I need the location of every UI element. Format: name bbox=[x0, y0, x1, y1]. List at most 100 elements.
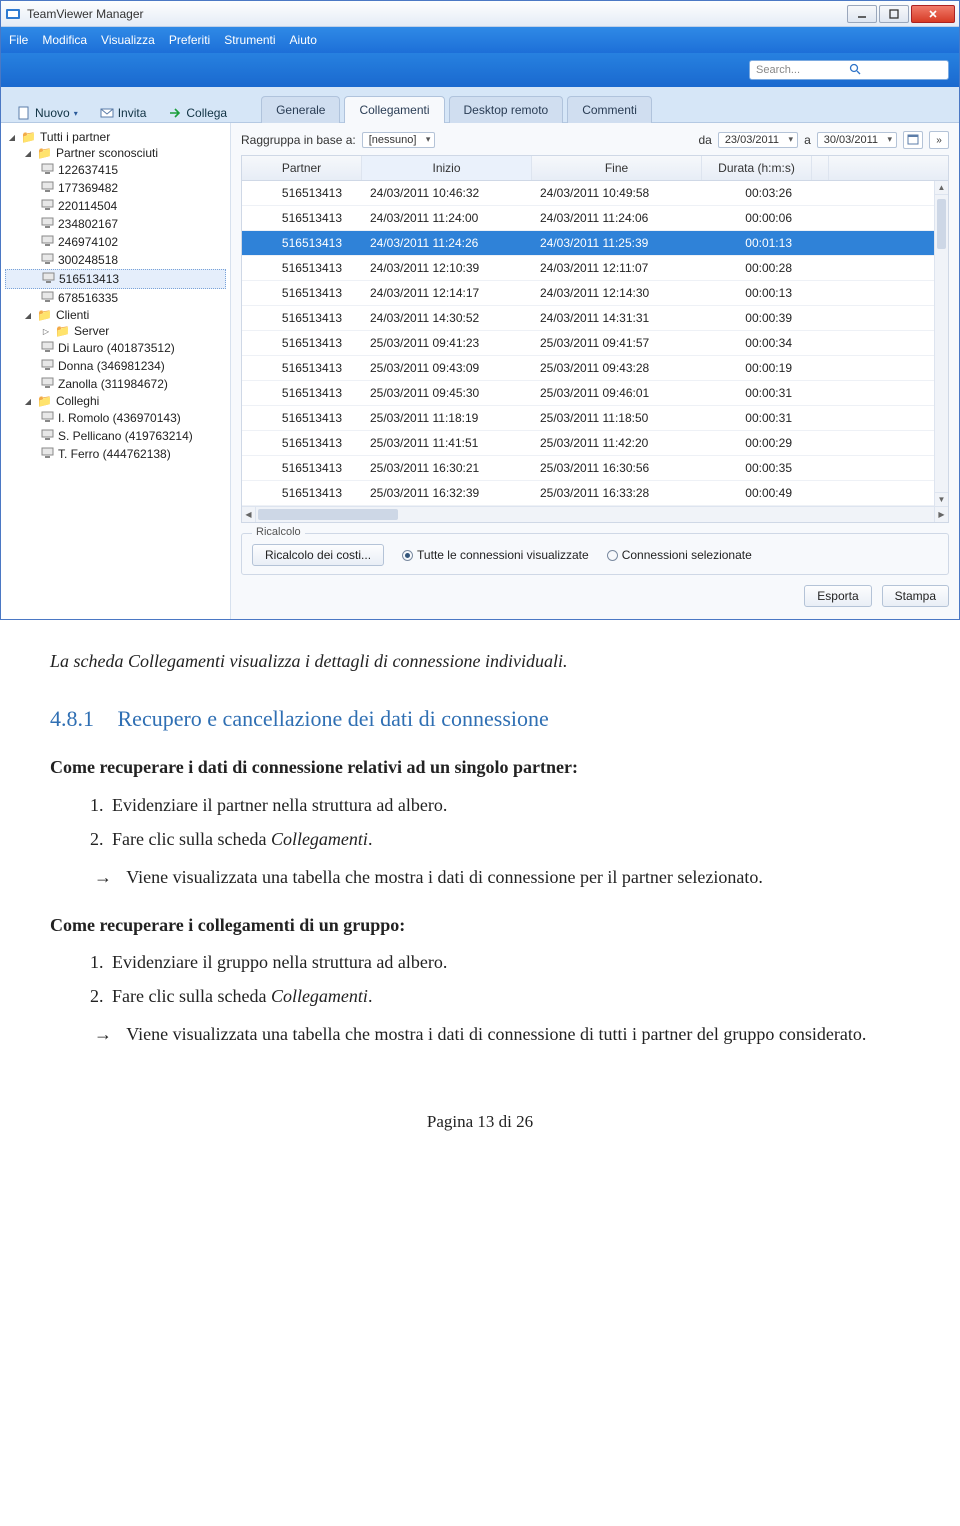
table-row[interactable]: 51651341325/03/2011 09:45:3025/03/2011 0… bbox=[242, 381, 948, 406]
collapse-icon[interactable]: ◢ bbox=[23, 148, 33, 158]
search-input[interactable]: Search... bbox=[749, 60, 949, 80]
table-row[interactable]: 51651341324/03/2011 11:24:0024/03/2011 1… bbox=[242, 206, 948, 231]
tree-leaf[interactable]: Donna (346981234) bbox=[5, 357, 226, 375]
tree-root-all-partners[interactable]: ◢ 📁 Tutti i partner bbox=[5, 129, 226, 145]
col-partner[interactable]: Partner bbox=[242, 156, 362, 180]
group-by-combo[interactable]: [nessuno] bbox=[362, 132, 436, 148]
menu-visualizza[interactable]: Visualizza bbox=[101, 33, 155, 47]
tree-leaf[interactable]: ▷📁Server bbox=[5, 323, 226, 339]
from-date-picker[interactable]: 23/03/2011 bbox=[718, 132, 798, 148]
radio-selected-connections[interactable]: Connessioni selezionate bbox=[607, 548, 752, 562]
vertical-scrollbar[interactable]: ▲ ▼ bbox=[934, 181, 948, 506]
table-row[interactable]: 51651341324/03/2011 14:30:5224/03/2011 1… bbox=[242, 306, 948, 331]
tree-leaf[interactable]: Zanolla (311984672) bbox=[5, 375, 226, 393]
table-row[interactable]: 51651341325/03/2011 09:41:2325/03/2011 0… bbox=[242, 331, 948, 356]
tree-group-clienti[interactable]: ◢ 📁 Clienti bbox=[5, 307, 226, 323]
tree-leaf[interactable]: I. Romolo (436970143) bbox=[5, 409, 226, 427]
monitor-icon bbox=[41, 340, 54, 356]
menu-file[interactable]: File bbox=[9, 33, 28, 47]
stampa-button[interactable]: Stampa bbox=[882, 585, 949, 607]
expand-button[interactable]: » bbox=[929, 131, 949, 149]
figure-caption: La scheda Collegamenti visualizza i dett… bbox=[50, 648, 910, 676]
tree-leaf-label: 220114504 bbox=[58, 199, 117, 213]
collapse-icon[interactable]: ◢ bbox=[23, 310, 33, 320]
tab-desktop-remoto[interactable]: Desktop remoto bbox=[449, 96, 564, 123]
tree-leaf[interactable]: 122637415 bbox=[5, 161, 226, 179]
cell-fine: 25/03/2011 09:46:01 bbox=[532, 381, 702, 405]
scroll-right-icon[interactable]: ▶ bbox=[934, 507, 948, 522]
tree-leaf[interactable]: 234802167 bbox=[5, 215, 226, 233]
tree-leaf[interactable]: 177369482 bbox=[5, 179, 226, 197]
grid-header: Partner Inizio Fine Durata (h:m:s) bbox=[242, 156, 948, 181]
col-fine[interactable]: Fine bbox=[532, 156, 702, 180]
menu-aiuto[interactable]: Aiuto bbox=[290, 33, 317, 47]
table-row[interactable]: 51651341324/03/2011 12:10:3924/03/2011 1… bbox=[242, 256, 948, 281]
list-item: 1.Evidenziare il partner nella struttura… bbox=[90, 792, 910, 820]
tab-commenti[interactable]: Commenti bbox=[567, 96, 652, 123]
col-durata[interactable]: Durata (h:m:s) bbox=[702, 156, 812, 180]
tab-collegamenti[interactable]: Collegamenti bbox=[344, 96, 444, 123]
tree-leaf[interactable]: S. Pellicano (419763214) bbox=[5, 427, 226, 445]
close-button[interactable] bbox=[911, 5, 955, 23]
col-inizio[interactable]: Inizio bbox=[362, 156, 532, 180]
window-title: TeamViewer Manager bbox=[27, 7, 847, 21]
menu-preferiti[interactable]: Preferiti bbox=[169, 33, 210, 47]
scroll-down-icon[interactable]: ▼ bbox=[935, 492, 948, 506]
tree-group-unknown[interactable]: ◢ 📁 Partner sconosciuti bbox=[5, 145, 226, 161]
nuovo-button[interactable]: Nuovo ▾ bbox=[9, 104, 86, 122]
table-row[interactable]: 51651341325/03/2011 11:41:5125/03/2011 1… bbox=[242, 431, 948, 456]
menu-modifica[interactable]: Modifica bbox=[42, 33, 87, 47]
collapse-icon[interactable]: ◢ bbox=[23, 396, 33, 406]
cell-inizio: 24/03/2011 12:10:39 bbox=[362, 256, 532, 280]
monitor-icon bbox=[41, 446, 54, 462]
table-row[interactable]: 51651341325/03/2011 16:32:3925/03/2011 1… bbox=[242, 481, 948, 506]
menu-strumenti[interactable]: Strumenti bbox=[224, 33, 275, 47]
scroll-up-icon[interactable]: ▲ bbox=[935, 181, 948, 195]
radio-off-icon bbox=[607, 550, 618, 561]
tab-group: Generale Collegamenti Desktop remoto Com… bbox=[261, 95, 652, 122]
tree-leaf-label: 177369482 bbox=[58, 181, 118, 195]
tree-leaf[interactable]: 516513413 bbox=[5, 269, 226, 289]
horizontal-scrollbar[interactable]: ◀ ▶ bbox=[242, 506, 948, 522]
toolbar: Search... bbox=[1, 53, 959, 87]
folder-icon: 📁 bbox=[55, 324, 70, 338]
esporta-button[interactable]: Esporta bbox=[804, 585, 871, 607]
tab-generale[interactable]: Generale bbox=[261, 96, 340, 123]
tree-leaf[interactable]: T. Ferro (444762138) bbox=[5, 445, 226, 463]
to-date-picker[interactable]: 30/03/2011 bbox=[817, 132, 897, 148]
arrow-right-icon: → bbox=[94, 867, 112, 887]
monitor-icon bbox=[42, 271, 55, 287]
tree-leaf[interactable]: 300248518 bbox=[5, 251, 226, 269]
hscroll-thumb[interactable] bbox=[258, 509, 398, 520]
steps-partner: 1.Evidenziare il partner nella struttura… bbox=[50, 792, 910, 854]
tree-leaf[interactable]: 678516335 bbox=[5, 289, 226, 307]
tree-leaf[interactable]: 246974102 bbox=[5, 233, 226, 251]
scroll-left-icon[interactable]: ◀ bbox=[242, 507, 256, 522]
table-row[interactable]: 51651341325/03/2011 11:18:1925/03/2011 1… bbox=[242, 406, 948, 431]
scroll-thumb[interactable] bbox=[937, 199, 946, 249]
table-row[interactable]: 51651341324/03/2011 11:24:2624/03/2011 1… bbox=[242, 231, 948, 256]
tree-leaf[interactable]: Di Lauro (401873512) bbox=[5, 339, 226, 357]
collapse-icon[interactable]: ◢ bbox=[7, 132, 17, 142]
ribbon: Nuovo ▾ Invita Collega Generale Collegam… bbox=[1, 87, 959, 123]
table-row[interactable]: 51651341324/03/2011 12:14:1724/03/2011 1… bbox=[242, 281, 948, 306]
cell-partner: 516513413 bbox=[242, 356, 362, 380]
table-row[interactable]: 51651341325/03/2011 16:30:2125/03/2011 1… bbox=[242, 456, 948, 481]
cell-fine: 24/03/2011 10:49:58 bbox=[532, 181, 702, 205]
recalc-costs-button[interactable]: Ricalcolo dei costi... bbox=[252, 544, 384, 566]
expand-icon[interactable]: ▷ bbox=[41, 326, 51, 336]
table-row[interactable]: 51651341325/03/2011 09:43:0925/03/2011 0… bbox=[242, 356, 948, 381]
cell-durata: 00:00:19 bbox=[702, 356, 812, 380]
steps-group: 1.Evidenziare il gruppo nella struttura … bbox=[50, 949, 910, 1011]
minimize-button[interactable] bbox=[847, 5, 877, 23]
table-row[interactable]: 51651341324/03/2011 10:46:3224/03/2011 1… bbox=[242, 181, 948, 206]
radio-all-connections[interactable]: Tutte le connessioni visualizzate bbox=[402, 548, 589, 562]
tree-group-colleghi[interactable]: ◢ 📁 Colleghi bbox=[5, 393, 226, 409]
invita-button[interactable]: Invita bbox=[92, 104, 155, 122]
tree-leaf[interactable]: 220114504 bbox=[5, 197, 226, 215]
collega-button[interactable]: Collega bbox=[160, 104, 235, 122]
calendar-button[interactable] bbox=[903, 131, 923, 149]
search-icon bbox=[849, 63, 942, 78]
maximize-button[interactable] bbox=[879, 5, 909, 23]
cell-fine: 25/03/2011 16:30:56 bbox=[532, 456, 702, 480]
